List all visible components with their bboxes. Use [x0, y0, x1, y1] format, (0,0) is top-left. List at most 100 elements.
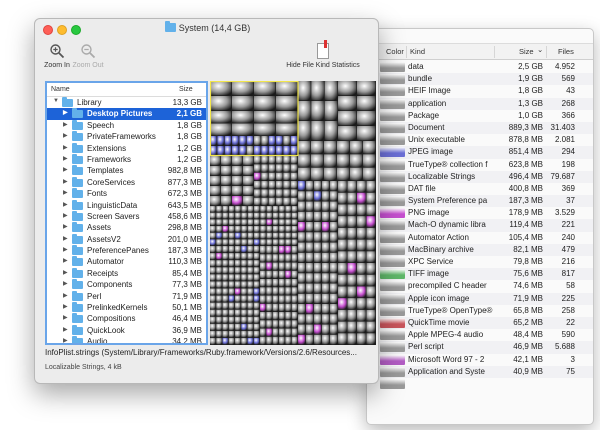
treemap-tile[interactable] — [222, 239, 229, 246]
treemap-tile[interactable] — [235, 212, 241, 219]
treemap-tile[interactable] — [283, 197, 291, 206]
treemap-tile[interactable] — [314, 283, 322, 294]
treemap-tile[interactable] — [247, 337, 254, 345]
treemap-tile[interactable] — [347, 204, 357, 216]
treemap-tile[interactable] — [357, 333, 366, 345]
kind-row[interactable]: Package 1,0 GB 366 — [367, 110, 593, 122]
treemap-tile[interactable] — [216, 212, 222, 219]
treemap-tile[interactable] — [322, 191, 330, 201]
treemap-tile[interactable] — [232, 186, 243, 196]
treemap-tile[interactable] — [216, 281, 222, 288]
disclosure-collapsed-icon[interactable]: ▶ — [63, 235, 68, 242]
treemap-tile[interactable] — [350, 141, 363, 154]
treemap-tile[interactable] — [272, 219, 279, 226]
kind-row[interactable]: PNG image 178,9 MB 3.529 — [367, 207, 593, 219]
treemap-tile[interactable] — [272, 279, 279, 287]
tree-row[interactable]: ▶ Extensions 1,2 GB — [47, 142, 206, 154]
treemap-tile[interactable] — [330, 211, 338, 222]
treemap-tile[interactable] — [366, 333, 376, 345]
treemap-tile[interactable] — [272, 246, 279, 254]
treemap-tile[interactable] — [266, 287, 273, 295]
treemap-tile[interactable] — [272, 206, 279, 213]
treemap-tile[interactable] — [298, 81, 311, 101]
treemap-tile[interactable] — [266, 239, 273, 246]
disclosure-collapsed-icon[interactable]: ▶ — [63, 337, 68, 343]
treemap-tile[interactable] — [210, 176, 221, 186]
treemap-tile[interactable] — [266, 219, 273, 226]
treemap-tile[interactable] — [241, 206, 248, 213]
treemap-tile[interactable] — [276, 189, 283, 198]
kind-row[interactable]: precompiled C header 74,6 MB 58 — [367, 280, 593, 292]
treemap-tile[interactable] — [272, 262, 279, 271]
treemap-tile[interactable] — [216, 288, 222, 295]
treemap-tile[interactable] — [290, 181, 298, 189]
treemap-tile[interactable] — [272, 254, 279, 262]
tree-row[interactable]: ▶ LinguisticData 643,5 MB — [47, 199, 206, 211]
treemap-tile[interactable] — [314, 314, 322, 324]
treemap-tile[interactable] — [260, 336, 266, 345]
treemap-tile[interactable] — [216, 246, 222, 253]
treemap-tile[interactable] — [314, 324, 322, 335]
treemap-tile[interactable] — [247, 239, 254, 246]
treemap-tile[interactable] — [210, 196, 221, 206]
treemap-tile[interactable] — [366, 286, 376, 298]
treemap-tile[interactable] — [235, 267, 241, 274]
treemap-tile[interactable] — [210, 260, 216, 267]
treemap-tile[interactable] — [322, 283, 330, 294]
treemap-tile[interactable] — [291, 254, 298, 262]
treemap-tile[interactable] — [338, 321, 347, 333]
treemap-tile[interactable] — [232, 176, 243, 186]
disclosure-collapsed-icon[interactable]: ▶ — [63, 292, 68, 299]
treemap-tile[interactable] — [279, 226, 285, 233]
treemap-tile[interactable] — [298, 252, 306, 263]
files-column-header[interactable]: Files — [558, 47, 574, 56]
treemap-tile[interactable] — [337, 154, 350, 168]
treemap-tile[interactable] — [366, 227, 376, 239]
treemap-tile[interactable] — [228, 274, 235, 281]
treemap-tile[interactable] — [254, 212, 260, 219]
treemap-tile[interactable] — [232, 166, 243, 176]
treemap-tile[interactable] — [241, 232, 248, 239]
treemap-tile[interactable] — [228, 267, 235, 274]
treemap-tile[interactable] — [261, 164, 269, 173]
treemap-tile[interactable] — [260, 212, 266, 219]
treemap-tile[interactable] — [324, 141, 337, 154]
treemap-tile[interactable] — [347, 321, 357, 333]
treemap-tile[interactable] — [222, 212, 229, 219]
treemap-tile[interactable] — [232, 156, 243, 166]
treemap-tile[interactable] — [235, 288, 241, 295]
treemap-tile[interactable] — [268, 197, 276, 206]
tree-row[interactable]: ▶ AssetsV2 201,0 MB — [47, 233, 206, 245]
treemap-tile[interactable] — [253, 316, 260, 324]
tree-row[interactable]: ▶ Perl 71,9 MB — [47, 290, 206, 302]
treemap-tile[interactable] — [298, 293, 306, 304]
treemap-tile[interactable] — [272, 336, 279, 345]
treemap-tile[interactable] — [266, 226, 273, 233]
treemap-tile[interactable] — [330, 283, 338, 294]
treemap-tile[interactable] — [268, 164, 276, 173]
disclosure-collapsed-icon[interactable]: ▶ — [63, 166, 68, 173]
treemap-tile[interactable] — [330, 293, 338, 304]
treemap-tile[interactable] — [357, 96, 376, 111]
tree-row[interactable]: ▶ Receipts 85,4 MB — [47, 267, 206, 279]
treemap-tile[interactable] — [363, 141, 376, 154]
treemap-tile[interactable] — [279, 254, 285, 262]
treemap-tile[interactable] — [322, 201, 330, 212]
treemap-tile[interactable] — [260, 295, 266, 304]
kind-table-scrollbar[interactable] — [587, 61, 591, 421]
treemap-tile[interactable] — [260, 239, 266, 246]
treemap-tile[interactable] — [276, 111, 298, 123]
treemap-tile[interactable] — [254, 219, 260, 226]
treemap-tile[interactable] — [254, 226, 260, 233]
treemap-tile[interactable] — [254, 181, 261, 189]
treemap-tile[interactable] — [366, 181, 376, 193]
treemap-tile[interactable] — [357, 111, 376, 126]
treemap-tile[interactable] — [235, 295, 241, 302]
treemap-tile[interactable] — [347, 309, 357, 321]
treemap-tile[interactable] — [272, 232, 279, 239]
treemap-tile[interactable] — [366, 192, 376, 204]
treemap-tile[interactable] — [272, 320, 279, 328]
treemap-tile[interactable] — [306, 314, 314, 324]
treemap-tile[interactable] — [254, 111, 276, 123]
treemap-tile[interactable] — [291, 303, 298, 312]
